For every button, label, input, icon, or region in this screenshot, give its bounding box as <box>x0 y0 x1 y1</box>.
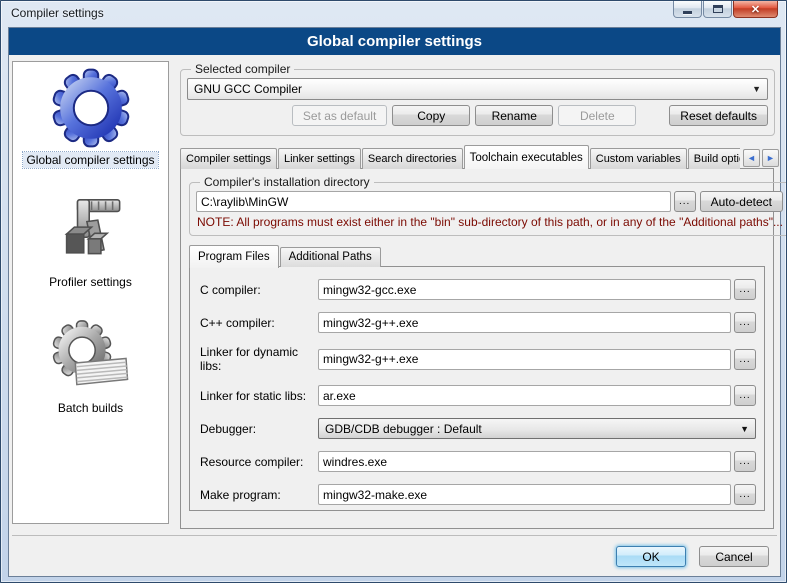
tab-scroll-left-button[interactable]: ◄ <box>743 149 760 167</box>
copy-button[interactable]: Copy <box>392 105 470 126</box>
delete-button[interactable]: Delete <box>558 105 636 126</box>
debugger-dropdown[interactable]: GDB/CDB debugger : Default ▼ <box>318 418 756 439</box>
sidebar-item-batch-builds[interactable]: Batch builds <box>50 318 132 416</box>
make-program-browse-button[interactable]: ... <box>734 484 756 505</box>
static-linker-browse-button[interactable]: ... <box>734 385 756 406</box>
program-files-panel: C compiler: ... C++ compiler: ... Linker… <box>189 266 765 511</box>
install-directory-legend: Compiler's installation directory <box>200 175 374 189</box>
make-program-label: Make program: <box>200 488 318 502</box>
resource-compiler-browse-button[interactable]: ... <box>734 451 756 472</box>
compiler-buttons-row: Set as default Copy Rename Delete Reset … <box>187 105 768 126</box>
caliper-icon <box>51 192 129 270</box>
c-compiler-row: C compiler: ... <box>200 279 756 300</box>
compiler-settings-window: Compiler settings ✕ Global compiler sett… <box>0 0 787 583</box>
install-directory-input[interactable] <box>196 191 671 212</box>
sidebar-item-label: Global compiler settings <box>23 152 157 168</box>
resource-compiler-row: Resource compiler: ... <box>200 451 756 472</box>
tab-linker-settings[interactable]: Linker settings <box>278 148 361 169</box>
dialog-body: Global compiler settings <box>8 27 781 577</box>
titlebar: Compiler settings ✕ <box>1 1 786 27</box>
install-directory-browse-button[interactable]: ... <box>674 191 696 212</box>
sidebar-item-profiler-settings[interactable]: Profiler settings <box>46 192 135 290</box>
close-button[interactable]: ✕ <box>733 1 778 18</box>
dynamic-linker-row: Linker for dynamic libs: ... <box>200 345 756 373</box>
sidebar-item-label: Profiler settings <box>46 274 135 290</box>
static-linker-row: Linker for static libs: ... <box>200 385 756 406</box>
gray-gear-stack-icon <box>50 318 132 396</box>
c-compiler-label: C compiler: <box>200 283 318 297</box>
chevron-down-icon: ▼ <box>752 84 761 94</box>
minimize-button[interactable] <box>673 1 702 18</box>
static-linker-label: Linker for static libs: <box>200 389 318 403</box>
dynamic-linker-label: Linker for dynamic libs: <box>200 345 318 373</box>
dialog-footer: OK Cancel <box>12 535 777 567</box>
resource-compiler-input[interactable] <box>318 451 731 472</box>
tab-search-directories[interactable]: Search directories <box>362 148 463 169</box>
dynamic-linker-browse-button[interactable]: ... <box>734 349 756 370</box>
chevron-down-icon: ▼ <box>740 424 749 434</box>
tab-scroll-right-button[interactable]: ► <box>762 149 779 167</box>
sidebar-item-global-compiler-settings[interactable]: Global compiler settings <box>23 68 157 168</box>
sidebar-item-label: Batch builds <box>55 400 126 416</box>
c-compiler-input[interactable] <box>318 279 731 300</box>
minimize-icon <box>683 11 692 14</box>
set-as-default-button[interactable]: Set as default <box>292 105 387 126</box>
close-icon: ✕ <box>751 3 760 16</box>
scroll-left-icon: ◄ <box>747 153 756 163</box>
cpp-compiler-input[interactable] <box>318 312 731 333</box>
install-directory-row: ... Auto-detect <box>196 191 783 212</box>
tab-build-options[interactable]: Build options <box>688 148 740 169</box>
debugger-value: GDB/CDB debugger : Default <box>325 422 482 436</box>
maximize-icon <box>713 5 723 13</box>
scroll-right-icon: ► <box>766 153 775 163</box>
tab-compiler-settings[interactable]: Compiler settings <box>180 148 277 169</box>
cpp-compiler-row: C++ compiler: ... <box>200 312 756 333</box>
toolchain-executables-panel: Compiler's installation directory ... Au… <box>180 168 774 529</box>
settings-category-sidebar: Global compiler settings <box>12 61 169 524</box>
resource-compiler-label: Resource compiler: <box>200 455 318 469</box>
tab-additional-paths[interactable]: Additional Paths <box>280 247 381 267</box>
tab-custom-variables[interactable]: Custom variables <box>590 148 687 169</box>
tab-strip: Compiler settings Linker settings Search… <box>180 144 740 169</box>
page-title: Global compiler settings <box>9 28 780 55</box>
selected-compiler-group: Selected compiler GNU GCC Compiler ▼ Set… <box>180 62 775 136</box>
debugger-label: Debugger: <box>200 422 318 436</box>
maximize-button[interactable] <box>703 1 732 18</box>
tab-scroll-buttons: ◄ ► <box>743 149 779 167</box>
blue-gear-icon <box>51 68 131 148</box>
selected-compiler-dropdown[interactable]: GNU GCC Compiler ▼ <box>187 78 768 100</box>
debugger-row: Debugger: GDB/CDB debugger : Default ▼ <box>200 418 756 439</box>
static-linker-input[interactable] <box>318 385 731 406</box>
cancel-button[interactable]: Cancel <box>699 546 769 567</box>
make-program-row: Make program: ... <box>200 484 756 505</box>
dynamic-linker-input[interactable] <box>318 349 731 370</box>
cpp-compiler-label: C++ compiler: <box>200 316 318 330</box>
selected-compiler-value: GNU GCC Compiler <box>194 82 302 96</box>
reset-defaults-button[interactable]: Reset defaults <box>669 105 768 126</box>
rename-button[interactable]: Rename <box>475 105 553 126</box>
selected-compiler-legend: Selected compiler <box>191 62 294 76</box>
cpp-compiler-browse-button[interactable]: ... <box>734 312 756 333</box>
c-compiler-browse-button[interactable]: ... <box>734 279 756 300</box>
main-panel: Selected compiler GNU GCC Compiler ▼ Set… <box>177 58 779 529</box>
install-directory-note: NOTE: All programs must exist either in … <box>197 215 783 229</box>
tab-toolchain-executables[interactable]: Toolchain executables <box>464 145 589 169</box>
auto-detect-button[interactable]: Auto-detect <box>700 191 783 212</box>
window-title: Compiler settings <box>11 6 104 20</box>
program-files-tab-bar: Program Files Additional Paths <box>189 244 773 267</box>
window-controls: ✕ <box>672 1 778 18</box>
tab-program-files[interactable]: Program Files <box>189 245 279 268</box>
settings-tab-bar: Compiler settings Linker settings Search… <box>180 144 779 169</box>
make-program-input[interactable] <box>318 484 731 505</box>
install-directory-group: Compiler's installation directory ... Au… <box>189 175 787 236</box>
ok-button[interactable]: OK <box>616 546 686 567</box>
